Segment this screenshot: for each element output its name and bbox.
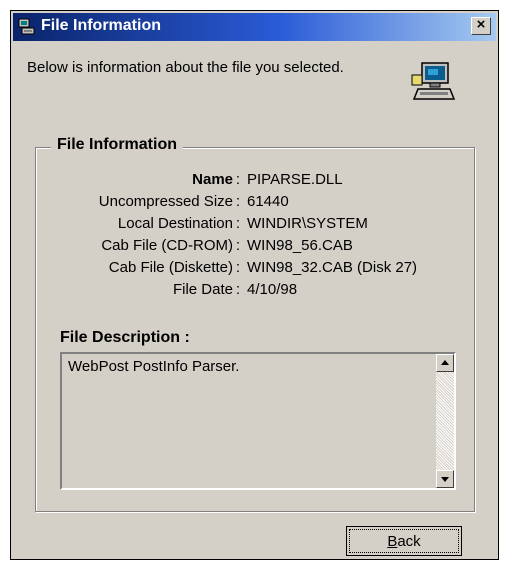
info-value: WINDIR\SYSTEM bbox=[247, 215, 368, 232]
scroll-up-button[interactable] bbox=[436, 354, 454, 372]
info-value: 61440 bbox=[247, 193, 289, 210]
back-accelerator: B bbox=[387, 533, 398, 550]
info-label: Cab File (Diskette) bbox=[108, 259, 233, 276]
info-label: Uncompressed Size bbox=[98, 193, 233, 210]
info-value: WIN98_56.CAB bbox=[247, 237, 353, 254]
title-bar[interactable]: File Information × bbox=[13, 13, 496, 41]
info-row-cab-diskette: Cab File (Diskette) : WIN98_32.CAB (Disk… bbox=[41, 259, 481, 281]
file-information-dialog: File Information × Below is information … bbox=[10, 10, 499, 560]
info-value: PIPARSE.DLL bbox=[247, 171, 343, 188]
info-separator: : bbox=[235, 237, 241, 254]
info-separator: : bbox=[235, 281, 241, 298]
computer-monitor-icon bbox=[411, 62, 456, 100]
group-title: File Information bbox=[51, 136, 183, 154]
info-separator: : bbox=[235, 171, 241, 188]
file-description-text: WebPost PostInfo Parser. bbox=[68, 358, 240, 375]
back-label: ack bbox=[397, 533, 421, 550]
back-button[interactable]: Back bbox=[346, 526, 462, 556]
info-label: Local Destination bbox=[117, 215, 233, 232]
info-separator: : bbox=[235, 193, 241, 210]
info-row-name: Name : PIPARSE.DLL bbox=[41, 171, 481, 193]
info-value: 4/10/98 bbox=[247, 281, 298, 298]
back-button-focus: Back bbox=[349, 529, 459, 553]
file-description-label: File Description : bbox=[60, 329, 190, 346]
file-description-textbox[interactable]: WebPost PostInfo Parser. bbox=[60, 352, 456, 490]
vertical-scrollbar[interactable] bbox=[436, 354, 454, 488]
computer-setup-icon bbox=[18, 18, 35, 35]
info-row-file-date: File Date : 4/10/98 bbox=[41, 281, 481, 303]
info-label: File Date bbox=[172, 281, 233, 298]
info-label: Cab File (CD-ROM) bbox=[101, 237, 233, 254]
window-title: File Information bbox=[41, 17, 161, 34]
info-label: Name bbox=[192, 171, 233, 188]
scroll-up-arrow-icon bbox=[441, 360, 449, 365]
scroll-down-arrow-icon bbox=[441, 477, 449, 482]
info-separator: : bbox=[235, 259, 241, 276]
close-icon: × bbox=[476, 16, 486, 33]
info-row-cab-cdrom: Cab File (CD-ROM) : WIN98_56.CAB bbox=[41, 237, 481, 259]
info-row-local-destination: Local Destination : WINDIR\SYSTEM bbox=[41, 215, 481, 237]
info-row-uncompressed-size: Uncompressed Size : 61440 bbox=[41, 193, 481, 215]
close-button[interactable]: × bbox=[471, 17, 491, 35]
info-value: WIN98_32.CAB (Disk 27) bbox=[247, 259, 418, 276]
info-separator: : bbox=[235, 215, 241, 232]
scroll-down-button[interactable] bbox=[436, 470, 454, 488]
intro-text: Below is information about the file you … bbox=[27, 59, 344, 76]
